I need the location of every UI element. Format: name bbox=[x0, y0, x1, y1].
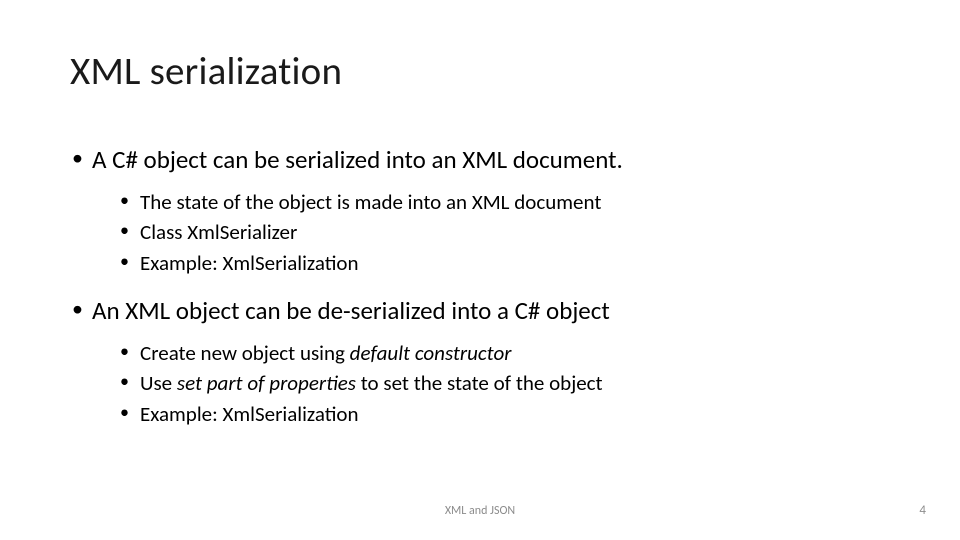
list-item: Example: XmlSerialization bbox=[118, 248, 890, 278]
list-item: The state of the object is made into an … bbox=[118, 187, 890, 217]
list-item: A C# object can be serialized into an XM… bbox=[70, 143, 890, 278]
sub-list: Create new object using default construc… bbox=[92, 338, 890, 429]
bullet-text: A C# object can be serialized into an XM… bbox=[92, 144, 623, 175]
list-item: Example: XmlSerialization bbox=[118, 399, 890, 429]
bullet-text: Example: XmlSerialization bbox=[140, 250, 359, 276]
slide-title: XML serialization bbox=[70, 48, 890, 95]
bullet-list: A C# object can be serialized into an XM… bbox=[70, 143, 890, 429]
bullet-text-em: default constructor bbox=[350, 340, 512, 366]
page-number: 4 bbox=[919, 503, 926, 518]
bullet-text-prefix: Create new object using bbox=[140, 340, 350, 366]
bullet-text-suffix: to set the state of the object bbox=[356, 370, 603, 396]
bullet-text: Class XmlSerializer bbox=[140, 219, 297, 245]
list-item: Create new object using default construc… bbox=[118, 338, 890, 368]
sub-list: The state of the object is made into an … bbox=[92, 187, 890, 278]
footer-label: XML and JSON bbox=[445, 504, 515, 518]
list-item: An XML object can be de-serialized into … bbox=[70, 294, 890, 429]
footer: XML and JSON bbox=[0, 504, 960, 518]
bullet-text: Example: XmlSerialization bbox=[140, 401, 359, 427]
bullet-text-em: set part of properties bbox=[177, 370, 356, 396]
bullet-text: The state of the object is made into an … bbox=[140, 189, 601, 215]
list-item: Use set part of properties to set the st… bbox=[118, 368, 890, 398]
list-item: Class XmlSerializer bbox=[118, 217, 890, 247]
bullet-text: An XML object can be de-serialized into … bbox=[92, 295, 610, 326]
bullet-text-prefix: Use bbox=[140, 370, 177, 396]
slide: XML serialization A C# object can be ser… bbox=[0, 0, 960, 540]
